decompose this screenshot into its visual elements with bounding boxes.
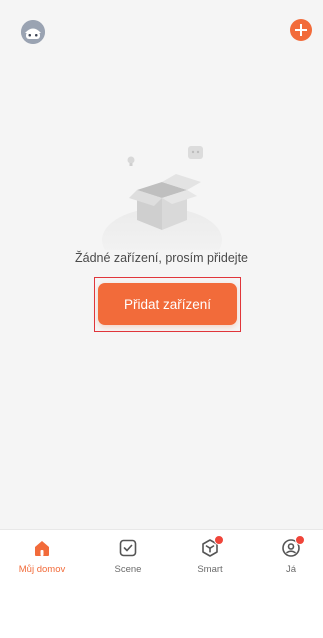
- tab-me-label: Já: [285, 564, 297, 575]
- tab-home[interactable]: Můj domov: [12, 538, 72, 575]
- empty-state-message: Žádné zařízení, prosím přidejte: [75, 251, 248, 265]
- tab-home-label: Můj domov: [18, 564, 66, 575]
- profile-icon: [281, 535, 305, 558]
- add-device-button[interactable]: Přidat zařízení: [98, 283, 237, 325]
- add-button[interactable]: [290, 19, 312, 41]
- robot-avatar-icon[interactable]: [21, 20, 45, 44]
- home-icon: [32, 538, 52, 558]
- tab-scene[interactable]: Scene: [98, 538, 158, 575]
- tab-scene-label: Scene: [114, 564, 142, 575]
- empty-box-icon: [102, 146, 222, 250]
- bottom-blank-area: [0, 585, 323, 638]
- profile-badge-dot: [295, 535, 305, 545]
- scene-checkbox-icon: [118, 538, 138, 558]
- plus-icon: [295, 24, 307, 36]
- smart-cube-icon: [200, 535, 224, 558]
- tab-smart-label: Smart: [197, 564, 223, 575]
- smart-badge-dot: [214, 535, 224, 545]
- home-screen: Žádné zařízení, prosím přidejte Přidat z…: [0, 0, 323, 529]
- tab-smart[interactable]: Smart: [180, 535, 240, 575]
- tab-me[interactable]: Já: [261, 535, 321, 575]
- bottom-tab-bar: Můj domov Scene Smart Já: [0, 529, 323, 585]
